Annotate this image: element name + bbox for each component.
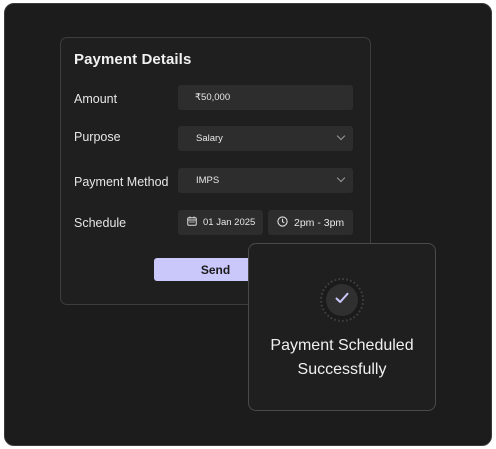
time-picker[interactable]: 2pm - 3pm — [268, 210, 353, 235]
payment-method-dropdown[interactable]: IMPS — [178, 168, 353, 193]
time-value: 2pm - 3pm — [294, 216, 345, 229]
purpose-dropdown[interactable]: Salary — [178, 126, 353, 151]
calendar-icon — [187, 216, 197, 229]
chevron-down-icon — [336, 131, 346, 141]
amount-value: ₹50,000 — [195, 92, 231, 103]
clock-icon — [277, 215, 288, 230]
success-message: Payment Scheduled Successfully — [270, 337, 414, 378]
card-title: Payment Details — [74, 51, 192, 68]
date-picker[interactable]: 01 Jan 2025 — [178, 210, 263, 235]
date-value: 01 Jan 2025 — [203, 217, 256, 228]
amount-field[interactable]: ₹50,000 — [178, 85, 353, 110]
schedule-label: Schedule — [74, 216, 127, 230]
chevron-down-icon — [336, 173, 346, 183]
success-toast: Payment Scheduled Successfully — [248, 243, 436, 411]
amount-label: Amount — [74, 92, 118, 106]
purpose-value: Salary — [196, 133, 223, 144]
check-icon — [335, 291, 349, 309]
payment-method-label: Payment Method — [74, 175, 169, 189]
purpose-label: Purpose — [74, 130, 121, 144]
success-badge — [320, 278, 364, 322]
payment-method-value: IMPS — [196, 175, 220, 186]
